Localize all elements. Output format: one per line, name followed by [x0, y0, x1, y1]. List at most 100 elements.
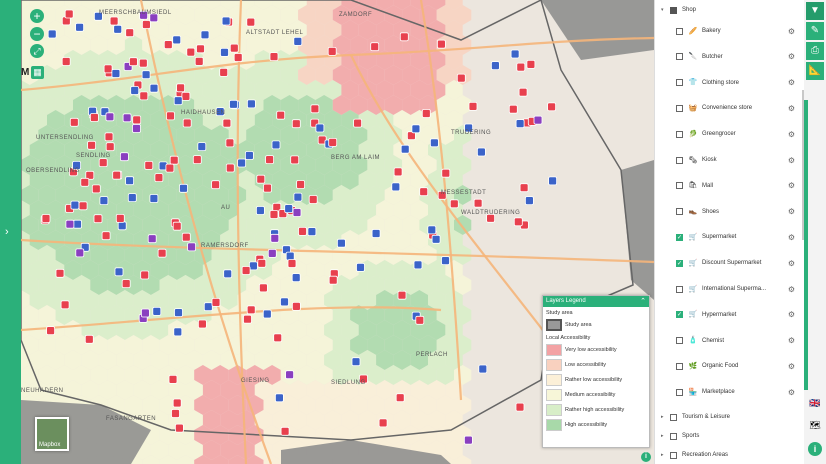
legend-collapse-icon[interactable]: ⌃	[640, 296, 646, 307]
poi-marker	[508, 104, 518, 114]
layer-checkbox[interactable]: ✓	[676, 233, 683, 241]
layer-item[interactable]: 🛒 International Superma... ⚙	[655, 276, 804, 302]
layer-item[interactable]: 🧴 Chemist ⚙	[655, 328, 804, 354]
layer-checkbox[interactable]: ✓	[676, 311, 683, 319]
expand-caret-icon[interactable]: ▸	[661, 414, 668, 420]
layer-checkbox[interactable]	[676, 27, 683, 35]
gear-icon[interactable]: ⚙	[788, 388, 795, 397]
gear-icon[interactable]: ⚙	[788, 104, 795, 113]
gear-icon[interactable]: ⚙	[788, 233, 795, 242]
poi-marker	[274, 393, 284, 403]
poi-marker	[121, 279, 131, 289]
layer-item[interactable]: 🏪 Marketplace ⚙	[655, 379, 804, 405]
map-thumbnail-icon[interactable]: 🗺	[807, 418, 823, 432]
poi-marker	[75, 22, 84, 32]
layer-checkbox[interactable]	[676, 337, 683, 345]
map-info-button[interactable]: i	[641, 452, 651, 462]
poi-marker	[271, 140, 281, 150]
poi-marker	[157, 248, 167, 258]
edit-icon[interactable]: ✎	[806, 22, 824, 40]
gear-icon[interactable]: ⚙	[788, 336, 795, 345]
layer-checkbox[interactable]	[676, 285, 683, 293]
layer-item[interactable]: 🌿 Organic Food ⚙	[655, 353, 804, 379]
info-icon[interactable]: i	[808, 442, 822, 456]
left-panel-strip[interactable]: ›	[0, 0, 21, 464]
language-flag-icon[interactable]: 🇬🇧	[807, 396, 823, 410]
group-checkbox[interactable]	[670, 413, 677, 421]
layer-checkbox[interactable]	[676, 182, 683, 190]
gear-icon[interactable]: ⚙	[788, 181, 795, 190]
layer-checkbox[interactable]	[676, 156, 683, 164]
map-layers-icon[interactable]: ▦	[31, 66, 44, 79]
gear-icon[interactable]: ⚙	[788, 259, 795, 268]
legend-header[interactable]: Layers Legend ⌃	[543, 296, 649, 307]
group-checkbox[interactable]	[670, 451, 677, 459]
poi-marker	[371, 229, 381, 238]
layer-item[interactable]: 👞 Shoes ⚙	[655, 199, 804, 225]
gear-icon[interactable]: ⚙	[788, 130, 795, 139]
fullscreen-button[interactable]: ⤢	[30, 44, 44, 58]
poi-marker	[315, 123, 325, 133]
poi-marker	[370, 42, 380, 52]
layer-item[interactable]: 🗞 Kiosk ⚙	[655, 147, 804, 173]
expand-caret-icon[interactable]: ▸	[661, 433, 668, 439]
poi-marker	[130, 86, 140, 95]
layer-item[interactable]: 🧺 Convenience store ⚙	[655, 95, 804, 121]
poi-marker	[115, 213, 125, 223]
legend-swatch	[546, 418, 562, 431]
poi-marker	[244, 151, 254, 160]
layer-checkbox[interactable]: ✓	[676, 259, 683, 267]
layer-item[interactable]: ✓ 🛒 Hypermarket ⚙	[655, 302, 804, 328]
layer-checkbox[interactable]	[676, 53, 683, 61]
poi-marker	[328, 275, 338, 285]
poi-marker	[353, 118, 363, 128]
print-icon[interactable]: ⎙	[806, 42, 824, 60]
gear-icon[interactable]: ⚙	[788, 78, 795, 87]
layer-checkbox[interactable]	[676, 388, 683, 396]
collapse-caret-icon[interactable]: ▾	[661, 7, 668, 13]
poi-marker	[351, 357, 361, 367]
gear-icon[interactable]: ⚙	[788, 310, 795, 319]
layer-icon: 👞	[688, 208, 698, 216]
layer-item[interactable]: 🥖 Bakery ⚙	[655, 18, 804, 44]
layer-item[interactable]: 👕 Clothing store ⚙	[655, 70, 804, 96]
layer-checkbox[interactable]	[676, 130, 683, 138]
ruler-icon[interactable]: 📐	[806, 62, 824, 80]
zoom-in-button[interactable]: +	[30, 9, 44, 23]
layer-item[interactable]: ✓ 🛒 Supermarket ⚙	[655, 224, 804, 250]
gear-icon[interactable]: ⚙	[788, 207, 795, 216]
poi-marker	[117, 221, 127, 231]
layer-group[interactable]: ▸ Tourism & Leisure	[655, 410, 804, 424]
shop-group-checkbox[interactable]	[670, 6, 677, 14]
layer-item[interactable]: ✓ 🛒 Discount Supermarket ⚙	[655, 250, 804, 276]
map-place-label: HAIDHAUSEN	[181, 110, 226, 116]
gear-icon[interactable]: ⚙	[788, 362, 795, 371]
layer-item[interactable]: 🛍 Mall ⚙	[655, 173, 804, 199]
poi-marker	[73, 219, 82, 229]
layer-group[interactable]: ▸ Recreation Areas	[655, 448, 804, 462]
gear-icon[interactable]: ⚙	[788, 52, 795, 61]
layer-checkbox[interactable]	[676, 208, 683, 216]
layer-item[interactable]: 🔪 Butcher ⚙	[655, 44, 804, 70]
layer-group[interactable]: ▸ Sports	[655, 429, 804, 443]
group-shop[interactable]: ▾ Shop	[655, 3, 804, 17]
layer-icon: 🥬	[688, 130, 698, 138]
gear-icon[interactable]: ⚙	[788, 156, 795, 165]
poi-marker	[138, 58, 148, 68]
layer-checkbox[interactable]	[676, 79, 683, 87]
filter-icon[interactable]: ▼	[806, 2, 824, 20]
poi-marker	[91, 184, 101, 194]
gear-icon[interactable]: ⚙	[788, 285, 795, 294]
expand-caret-icon[interactable]: ▸	[661, 452, 668, 458]
gear-icon[interactable]: ⚙	[788, 27, 795, 36]
layer-checkbox[interactable]	[676, 362, 683, 370]
poi-marker	[47, 29, 57, 39]
layer-checkbox[interactable]	[676, 104, 683, 112]
basemap-switcher[interactable]: Mapbox	[35, 417, 69, 451]
expand-chevron-icon[interactable]: ›	[5, 226, 9, 238]
zoom-out-button[interactable]: −	[30, 27, 44, 41]
layer-item[interactable]: 🥬 Greengrocer ⚙	[655, 121, 804, 147]
group-checkbox[interactable]	[670, 432, 677, 440]
poi-marker	[513, 217, 523, 227]
map-place-label: SIEDLUNG	[331, 380, 366, 386]
